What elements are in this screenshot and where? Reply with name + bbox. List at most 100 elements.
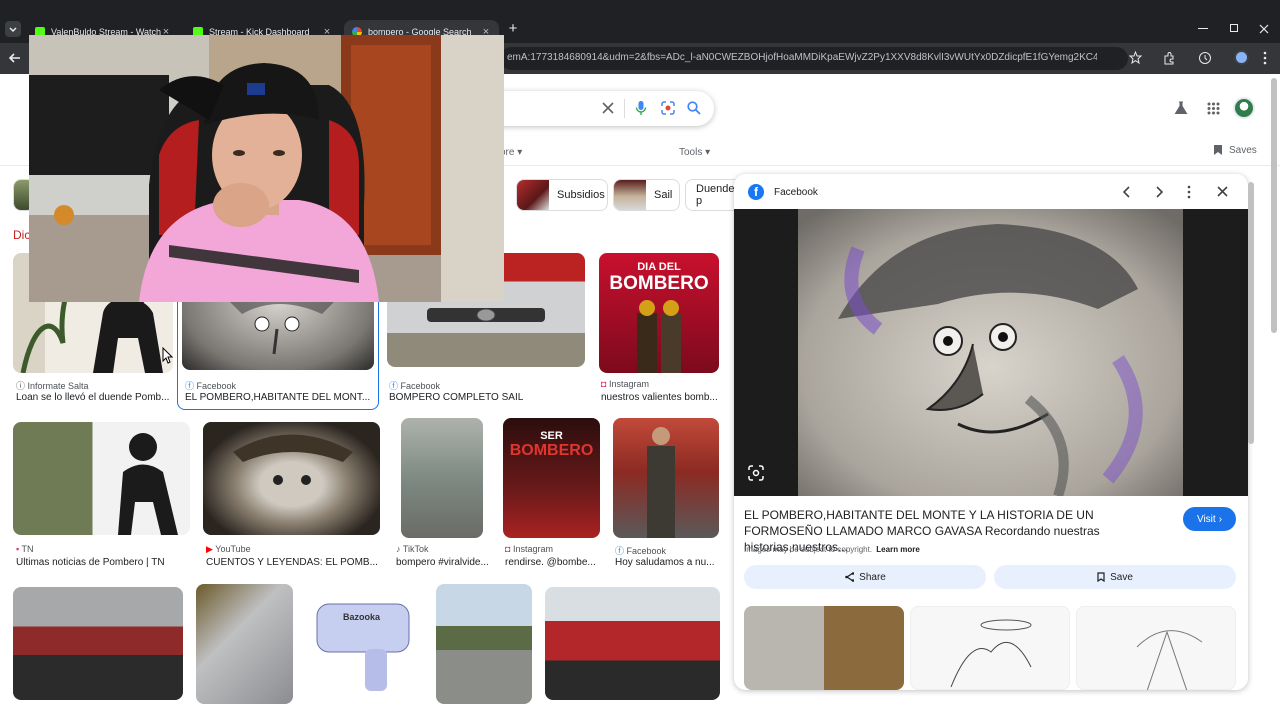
chip-duende[interactable]: Duende p: [685, 179, 735, 211]
result-caption: Últimas noticias de Pombero | TN: [16, 557, 165, 568]
close-panel-icon[interactable]: [1217, 186, 1228, 197]
chip-thumb: [517, 180, 549, 210]
chip-thumb: [614, 180, 646, 210]
page-scrollbar[interactable]: [1271, 78, 1277, 333]
result-card[interactable]: ♪ TikTok bompero #viralvide...: [396, 418, 490, 572]
save-label: Save: [1110, 571, 1133, 583]
result-card[interactable]: [196, 584, 293, 704]
tools-button[interactable]: Tools ▾: [679, 147, 710, 158]
result-image: Bazooka: [305, 584, 422, 704]
result-source: ◘ Instagram: [601, 379, 649, 389]
facebook-icon: f: [748, 184, 764, 200]
url-text[interactable]: emA:1773184680914&udm=2&fbs=ADc_l-aN0CWE…: [507, 52, 1097, 63]
result-caption: EL POMBERO,HABITANTE DEL MONT...: [185, 392, 371, 403]
result-source: ▶ YouTube: [206, 544, 251, 555]
result-image: [13, 422, 190, 535]
apps-grid-icon[interactable]: [1207, 102, 1220, 115]
lens-search-icon[interactable]: [748, 465, 764, 481]
next-arrow-icon[interactable]: [1154, 186, 1164, 198]
close-window-icon[interactable]: [1259, 24, 1269, 34]
result-card[interactable]: Bazooka: [305, 584, 423, 704]
copyright-text: Images may be subject to copyright.: [744, 545, 873, 554]
result-caption: bompero #viralvide...: [396, 557, 489, 568]
related-image[interactable]: [744, 606, 904, 690]
section-label-partial: Dic: [13, 228, 31, 242]
clear-search-icon[interactable]: [602, 102, 614, 114]
result-card[interactable]: [13, 587, 183, 700]
firefighters-figure: [637, 300, 681, 373]
result-source: ⓘ Informate Salta: [16, 379, 89, 392]
thumb-text: SER: [540, 430, 563, 442]
mouse-cursor-icon: [162, 347, 174, 364]
result-source-label: Facebook: [626, 546, 667, 556]
back-arrow-icon[interactable]: [8, 51, 22, 65]
new-tab-button[interactable]: +: [506, 20, 520, 37]
labs-icon[interactable]: [1174, 101, 1188, 115]
panel-scrollbar[interactable]: [1248, 182, 1254, 444]
account-avatar[interactable]: [1233, 97, 1255, 119]
result-image: SER BOMBERO: [503, 418, 600, 538]
search-box[interactable]: [470, 91, 714, 126]
panel-source[interactable]: f Facebook: [748, 184, 818, 200]
result-card[interactable]: ▶ YouTube CUENTOS Y LEYENDAS: EL POMB...: [203, 422, 381, 572]
result-card[interactable]: [436, 584, 532, 704]
thumb-text: DIA DEL: [637, 261, 681, 273]
streamer-camera-feed: [29, 35, 504, 302]
webcam-overlay: [29, 35, 504, 302]
profile-avatar[interactable]: [1234, 50, 1249, 65]
lens-icon[interactable]: [661, 101, 675, 115]
chip-label: Duende p: [696, 183, 735, 207]
youtube-pombero: [233, 434, 353, 485]
preview-image[interactable]: [734, 209, 1248, 496]
history-icon[interactable]: [1198, 51, 1212, 65]
bookmark-star-icon[interactable]: [1129, 51, 1142, 64]
extensions-icon[interactable]: [1162, 51, 1176, 65]
result-card[interactable]: SER BOMBERO ◘ Instagram rendirse. @bombe…: [503, 418, 603, 572]
search-icon[interactable]: [687, 101, 701, 115]
result-card[interactable]: ⓕ Facebook Hoy saludamos a nu...: [613, 418, 720, 572]
tn-creature: [118, 433, 178, 535]
visit-button[interactable]: Visit ›: [1183, 507, 1236, 531]
result-source-label: Instagram: [512, 544, 553, 554]
chip-sail[interactable]: Sail: [613, 179, 680, 211]
saves-label: Saves: [1229, 144, 1257, 156]
image-preview-panel: f Facebook EL POMBERO,HABITANTE DEL MONT…: [734, 174, 1248, 690]
line-drawing: [950, 619, 1032, 688]
result-caption: Hoy saludamos a nu...: [615, 557, 715, 568]
result-card[interactable]: DIA DEL BOMBERO ◘ Instagram nuestros val…: [599, 253, 720, 403]
more-options-icon[interactable]: [1186, 185, 1192, 199]
saves-button[interactable]: Saves: [1213, 144, 1257, 156]
chevron-right-icon: ›: [1218, 513, 1223, 525]
firefighter-figure: [647, 427, 675, 538]
result-caption: rendirse. @bombe...: [505, 557, 596, 568]
result-source: ◘ Instagram: [505, 544, 553, 554]
result-card[interactable]: ▪ TN Últimas noticias de Pombero | TN: [13, 422, 191, 572]
chip-subsidios[interactable]: Subsidios: [516, 179, 608, 211]
share-button[interactable]: Share: [744, 565, 986, 589]
bookmark-icon: [1097, 572, 1105, 582]
related-image[interactable]: [910, 606, 1070, 690]
tools-label: Tools: [679, 147, 703, 158]
bazooka-toy: [316, 603, 410, 691]
learn-more-link[interactable]: Learn more: [876, 545, 920, 554]
info-icon: ⓘ: [16, 381, 28, 391]
tab-search-button[interactable]: [5, 21, 21, 37]
search-divider: [624, 99, 625, 118]
related-image[interactable]: [1076, 606, 1236, 690]
result-source: ⓕ Facebook: [389, 379, 440, 392]
kebab-menu-icon[interactable]: [1262, 51, 1268, 65]
prev-arrow-icon[interactable]: [1122, 186, 1132, 198]
chip-label: Sail: [654, 189, 673, 201]
result-source: ⓕ Facebook: [185, 379, 236, 392]
facebook-icon: ⓕ: [185, 381, 197, 391]
minimize-button[interactable]: [1198, 28, 1208, 29]
microphone-icon[interactable]: [635, 100, 647, 116]
instagram-icon: ◘: [505, 544, 513, 554]
save-button[interactable]: Save: [994, 565, 1236, 589]
result-image: DIA DEL BOMBERO: [599, 253, 719, 373]
line-drawing: [1136, 630, 1203, 690]
thumb-text: BOMBERO: [509, 442, 594, 459]
restore-button[interactable]: [1230, 24, 1238, 32]
result-card[interactable]: [545, 587, 720, 700]
thumb-text: BOMBERO: [609, 273, 709, 294]
